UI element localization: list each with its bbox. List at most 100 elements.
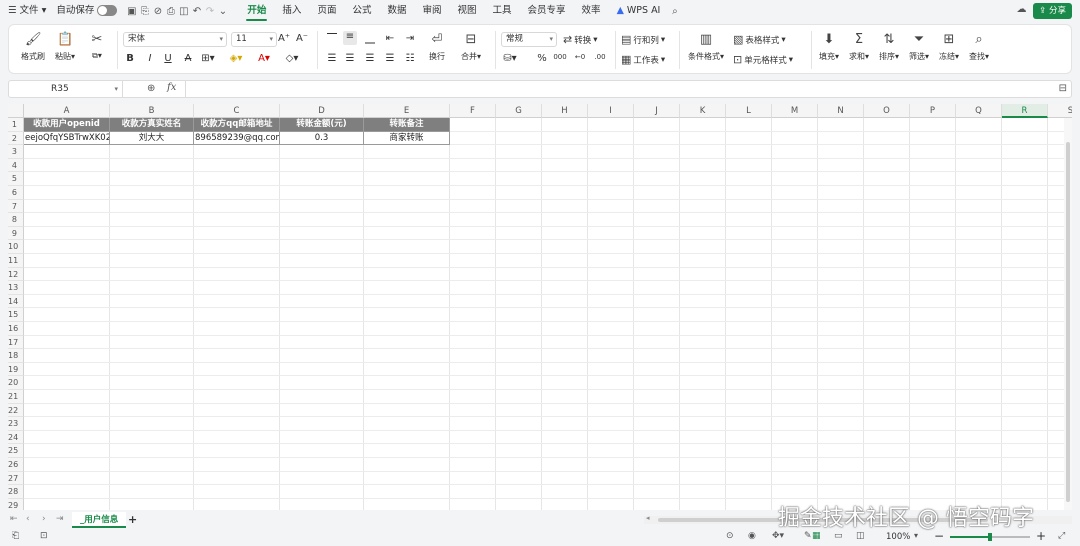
strikethrough-button[interactable]: A xyxy=(181,53,195,64)
spreadsheet-grid[interactable]: ABCDEFGHIJKLMNOPQRS 1 2 3 4 5 6 7 8 9 10 11 12 13 14 1… xyxy=(8,104,1072,510)
row-header-11[interactable]: 11 xyxy=(8,254,24,268)
fx-icon[interactable]: fx xyxy=(167,82,176,93)
column-header-j[interactable]: J xyxy=(634,104,680,118)
row-header-19[interactable]: 19 xyxy=(8,362,24,377)
sort-button[interactable]: ⇅ 排序▾ xyxy=(873,32,905,62)
autosave-toggle[interactable] xyxy=(97,5,118,16)
percent-button[interactable]: % xyxy=(535,53,549,64)
save-icon[interactable]: ▣ xyxy=(125,5,138,18)
column-header-i[interactable]: I xyxy=(588,104,634,118)
column-header-m[interactable]: M xyxy=(772,104,818,118)
row-header-27[interactable]: 27 xyxy=(8,471,24,486)
row-header-6[interactable]: 6 xyxy=(8,186,24,200)
print-icon[interactable]: ⎙ xyxy=(164,5,177,18)
column-header-r[interactable]: R xyxy=(1002,104,1048,118)
fill-button[interactable]: ⬇ 填充▾ xyxy=(813,32,845,62)
next-sheet-icon[interactable]: › xyxy=(42,514,46,524)
share-doc-icon[interactable]: ⊘ xyxy=(151,5,164,18)
align-center-icon[interactable]: ☰ xyxy=(343,53,357,64)
vertical-scroll-thumb[interactable] xyxy=(1066,142,1070,502)
font-color-icon[interactable]: A▾ xyxy=(257,53,271,64)
indent-decrease-icon[interactable]: ⇤ xyxy=(383,33,397,44)
column-header-b[interactable]: B xyxy=(110,104,194,118)
page-layout-icon[interactable]: ▭ xyxy=(834,531,843,541)
row-header-1[interactable]: 1 xyxy=(8,118,24,132)
row-header-21[interactable]: 21 xyxy=(8,390,24,404)
row-header-18[interactable]: 18 xyxy=(8,349,24,363)
row-header-17[interactable]: 17 xyxy=(8,335,24,350)
zoom-dropdown-icon[interactable]: ▾ xyxy=(914,531,918,540)
more-icon[interactable]: ⌄ xyxy=(216,5,229,18)
find-button[interactable]: ⌕ 查找▾ xyxy=(963,32,995,62)
font-size-select[interactable]: 11 ▾ xyxy=(231,32,277,47)
cut-button[interactable]: ✂ ⧉▾ xyxy=(81,32,113,61)
row-header-9[interactable]: 9 xyxy=(8,226,24,241)
column-header-p[interactable]: P xyxy=(910,104,956,118)
column-header-g[interactable]: G xyxy=(496,104,542,118)
protect-eye-icon[interactable]: ⊙ xyxy=(726,531,734,541)
formula-input[interactable] xyxy=(187,81,1047,97)
name-box[interactable]: R35 ▾ xyxy=(9,81,123,97)
decimal-increase-icon[interactable]: ←0 xyxy=(573,53,587,61)
add-sheet-button[interactable]: + xyxy=(128,513,137,526)
edit-icon[interactable]: ✎ xyxy=(804,531,812,541)
row-header-15[interactable]: 15 xyxy=(8,308,24,322)
column-header-o[interactable]: O xyxy=(864,104,910,118)
row-header-23[interactable]: 23 xyxy=(8,417,24,431)
scroll-left-icon[interactable]: ◂ xyxy=(646,514,650,522)
align-middle-icon[interactable]: ≡ xyxy=(343,31,357,45)
tab-home[interactable]: 开始 xyxy=(239,0,274,22)
select-all-corner[interactable] xyxy=(8,104,24,118)
column-header-c[interactable]: C xyxy=(194,104,280,118)
rows-cols-button[interactable]: ▤ 行和列 ▾ xyxy=(621,33,665,46)
column-header-n[interactable]: N xyxy=(818,104,864,118)
cell-header-e[interactable]: 转账备注 xyxy=(364,118,450,132)
zoom-slider[interactable] xyxy=(950,533,1030,541)
autosave[interactable]: 自动保存 xyxy=(54,0,125,22)
row-header-3[interactable]: 3 xyxy=(8,145,24,159)
row-header-12[interactable]: 12 xyxy=(8,267,24,282)
row-header-13[interactable]: 13 xyxy=(8,281,24,295)
column-header-s[interactable]: S xyxy=(1048,104,1072,118)
cell-header-c[interactable]: 收款方qq邮箱地址 xyxy=(194,118,280,132)
redo-icon[interactable]: ↷ xyxy=(203,5,216,18)
column-header-q[interactable]: Q xyxy=(956,104,1002,118)
row-header-29[interactable]: 29 xyxy=(8,498,24,510)
thousands-button[interactable]: 000 xyxy=(553,53,567,61)
tab-review[interactable]: 审阅 xyxy=(414,0,449,22)
row-header-16[interactable]: 16 xyxy=(8,322,24,336)
row-header-26[interactable]: 26 xyxy=(8,458,24,472)
zoom-slider-thumb[interactable] xyxy=(988,533,992,541)
row-header-14[interactable]: 14 xyxy=(8,294,24,309)
column-header-h[interactable]: H xyxy=(542,104,588,118)
sheet-tab-user-info[interactable]: _用户信息 xyxy=(72,512,127,528)
file-menu[interactable]: ☰ 文件 ▾ xyxy=(0,0,54,22)
column-header-l[interactable]: L xyxy=(726,104,772,118)
cell-data-b[interactable]: 刘大大 xyxy=(110,131,194,146)
align-right-icon[interactable]: ☰ xyxy=(363,53,377,64)
tab-formula[interactable]: 公式 xyxy=(344,0,379,22)
page-break-icon[interactable]: ◫ xyxy=(856,531,865,541)
justify-icon[interactable]: ☰ xyxy=(383,53,397,64)
last-sheet-icon[interactable]: ⇥ xyxy=(56,514,64,524)
row-header-28[interactable]: 28 xyxy=(8,485,24,499)
font-grow-button[interactable]: A⁺ xyxy=(277,33,291,44)
tab-data[interactable]: 数据 xyxy=(379,0,414,22)
tab-member[interactable]: 会员专享 xyxy=(520,0,574,22)
zoom-level[interactable]: 100% xyxy=(886,532,910,542)
share-button[interactable]: ⇪ 分享 xyxy=(1033,3,1072,19)
bold-button[interactable]: B xyxy=(123,53,137,64)
cell-data-e[interactable]: 商家转账 xyxy=(364,131,450,146)
undo-icon[interactable]: ↶ xyxy=(190,5,203,18)
align-left-icon[interactable]: ☰ xyxy=(325,53,339,64)
prev-sheet-icon[interactable]: ‹ xyxy=(26,514,30,524)
tab-tools[interactable]: 工具 xyxy=(485,0,520,22)
column-header-a[interactable]: A xyxy=(24,104,110,118)
macro-icon[interactable]: ⎗ xyxy=(12,531,19,541)
view-icon[interactable]: ◉ xyxy=(748,531,756,541)
wrap-text-button[interactable]: ⏎ 换行 xyxy=(421,32,453,62)
row-header-7[interactable]: 7 xyxy=(8,199,24,214)
filter-button[interactable]: ⏷ 筛选▾ xyxy=(903,32,935,62)
align-bottom-icon[interactable]: ⎽ xyxy=(363,33,377,44)
merge-button[interactable]: ⊟ 合并▾ xyxy=(451,32,491,62)
